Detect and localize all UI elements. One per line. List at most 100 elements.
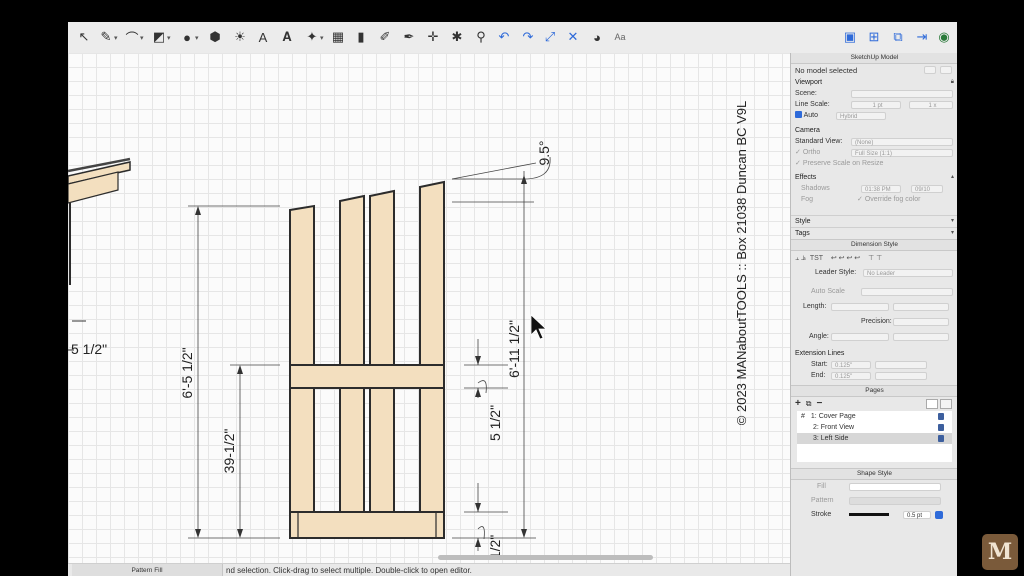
list-view-icon[interactable] <box>926 399 938 409</box>
redo-icon[interactable]: ↷ <box>519 28 537 46</box>
leader-style-select[interactable]: No Leader <box>863 268 953 277</box>
preserve-scale-row[interactable]: ✓ Preserve Scale on Resize <box>791 158 957 169</box>
length-unit-select[interactable] <box>893 302 949 311</box>
auto-scale-select[interactable] <box>861 287 953 296</box>
refresh-icon[interactable] <box>924 65 936 74</box>
text-icon[interactable]: A <box>254 28 272 46</box>
dim-leader-icons[interactable]: ↩ ↩ ↩ ↩ <box>831 255 860 262</box>
length-format-select[interactable] <box>831 302 889 311</box>
link-icon[interactable] <box>940 65 952 74</box>
duplicate-page-icon[interactable]: ⧉ <box>806 399 812 408</box>
scene-select[interactable] <box>851 89 953 98</box>
pencil-icon[interactable]: ✎ <box>97 28 115 46</box>
dim-gap: 5 1/2" <box>487 405 503 441</box>
font-icon[interactable]: Aa <box>611 28 629 46</box>
dimension-style-header[interactable]: Dimension Style <box>791 239 957 251</box>
table-icon[interactable]: ▦ <box>329 28 347 46</box>
chevron-down-icon[interactable]: ▾ <box>951 228 954 239</box>
shadow-date[interactable]: 09/10 <box>911 184 943 193</box>
solid-icon[interactable]: ⬢ <box>206 28 224 46</box>
shape-style-header[interactable]: Shape Style <box>791 468 957 480</box>
chevron-down-icon[interactable]: ▾ <box>114 34 118 42</box>
end-stepper[interactable] <box>875 371 927 380</box>
add-page-button[interactable]: + <box>795 398 801 409</box>
remove-page-button[interactable]: − <box>816 398 822 409</box>
model-selection: No model selected <box>791 64 957 77</box>
ortho-scale-select[interactable]: Full Size (1:1) <box>851 148 953 157</box>
chevron-up-icon[interactable]: ▴ <box>951 172 954 183</box>
tags-row[interactable]: Tags ▾ <box>791 227 957 239</box>
auto-row: Auto Hybrid <box>791 110 957 121</box>
grid-view-icon[interactable] <box>940 399 952 409</box>
stroke-color-swatch[interactable] <box>849 513 889 516</box>
line-scale-mult[interactable]: 1 x <box>909 100 953 109</box>
dim-align-icon[interactable]: ⫠ ⫡ <box>795 255 806 262</box>
channel-logo: M <box>982 534 1018 570</box>
pen-icon[interactable]: ✒ <box>400 28 418 46</box>
add-page-icon[interactable]: ⊞ <box>865 28 883 46</box>
pages-header[interactable]: Pages <box>791 385 957 397</box>
color-icon[interactable]: ◕ <box>588 28 606 46</box>
shadow-time[interactable]: 01:38 PM <box>861 184 901 193</box>
page-item-selected[interactable]: 3: Left Side <box>797 433 952 444</box>
label-icon[interactable]: 𝐀 <box>278 28 296 46</box>
dim-angle: 9.5° <box>536 140 552 165</box>
standard-view-select[interactable]: (None) <box>851 137 953 146</box>
chevron-down-icon[interactable]: ▾ <box>167 34 171 42</box>
start-stepper[interactable] <box>875 360 927 369</box>
upright-4 <box>419 180 445 539</box>
end-offset-input[interactable]: 0.125" <box>831 371 871 380</box>
export-icon[interactable]: ⇥ <box>913 28 931 46</box>
arc-icon[interactable]: ⌒ <box>123 28 141 46</box>
chevron-down-icon[interactable]: ▾ <box>195 34 199 42</box>
monitor-icon[interactable]: ▣ <box>841 28 859 46</box>
angle-format-select[interactable] <box>831 332 889 341</box>
eraser-icon[interactable]: ▮ <box>352 28 370 46</box>
zoom-extents-icon[interactable]: ⤢ <box>541 28 559 46</box>
account-icon[interactable]: ◉ <box>935 28 953 46</box>
pattern-fill-label[interactable]: Pattern Fill <box>72 564 223 576</box>
precision-select[interactable] <box>893 317 949 326</box>
stroke-width-input[interactable]: 0.5 pt <box>903 511 931 519</box>
page-item[interactable]: 2: Front View <box>797 422 952 433</box>
pages-toolbar: + ⧉ − <box>791 397 957 411</box>
zoom-icon[interactable]: ⚲ <box>472 28 490 46</box>
tag-icon[interactable]: ✱ <box>448 28 466 46</box>
layout-window: ↖ ✎ ▾ ⌒ ▾ ◩ ▾ ● ▾ ⬢ ☀ A 𝐀 ✦ ▾ ▦ ▮ ✐ ✒ ✛ … <box>68 22 957 576</box>
override-fog-checkbox[interactable]: ✓ Override fog color <box>857 194 920 205</box>
eyedropper-icon[interactable]: ✐ <box>376 28 394 46</box>
line-scale-input[interactable]: 1 pt <box>851 100 901 109</box>
main-toolbar: ↖ ✎ ▾ ⌒ ▾ ◩ ▾ ● ▾ ⬢ ☀ A 𝐀 ✦ ▾ ▦ ▮ ✐ ✒ ✛ … <box>68 22 957 54</box>
dim-left-partial: 5 1/2" <box>71 341 107 357</box>
move-icon[interactable]: ✛ <box>424 28 442 46</box>
length-row: Length: <box>791 301 957 312</box>
fill-color-swatch[interactable] <box>849 483 941 491</box>
undo-icon[interactable]: ↶ <box>495 28 513 46</box>
dim-lines-right <box>451 156 551 551</box>
stroke-stepper[interactable] <box>935 511 943 519</box>
stroke-row: Stroke 0.5 pt <box>791 508 957 522</box>
horizontal-scrollbar[interactable] <box>438 555 653 560</box>
drawing-canvas[interactable]: 5 1/2" 6'-5 1/2" 39-1/2" 9.5° 6'-11 1/2"… <box>68 53 790 563</box>
page-layout-icon[interactable]: ⧉ <box>889 28 907 46</box>
select-icon[interactable]: ↖ <box>75 28 93 46</box>
chevron-down-icon[interactable]: ▾ <box>140 34 144 42</box>
auto-checkbox[interactable] <box>795 111 802 118</box>
rectangle-icon[interactable]: ◩ <box>150 28 168 46</box>
chevron-down-icon[interactable]: ▾ <box>951 216 954 227</box>
sketchup-model-header[interactable]: SketchUp Model <box>791 53 957 64</box>
start-offset-input[interactable]: 0.125" <box>831 360 871 369</box>
style-row[interactable]: Style ▾ <box>791 215 957 227</box>
dimension-icon[interactable]: ✦ <box>303 28 321 46</box>
paint-icon[interactable]: ☀ <box>231 28 249 46</box>
lock-icon[interactable]: 🔒︎ <box>951 77 954 88</box>
chevron-down-icon[interactable]: ▾ <box>320 34 324 42</box>
auto-mode-select[interactable]: Hybrid <box>836 111 886 120</box>
pattern-swatch[interactable] <box>849 497 941 505</box>
dim-offset-icons[interactable]: ⊤ ⊤ <box>868 255 882 262</box>
push-pull-icon[interactable]: ● <box>178 28 196 46</box>
angle-precision-select[interactable] <box>893 332 949 341</box>
zoom-fit-icon[interactable]: ✕ <box>564 28 582 46</box>
text-style-tst[interactable]: TST <box>810 255 823 262</box>
start-row: Start: 0.125" <box>791 359 957 370</box>
